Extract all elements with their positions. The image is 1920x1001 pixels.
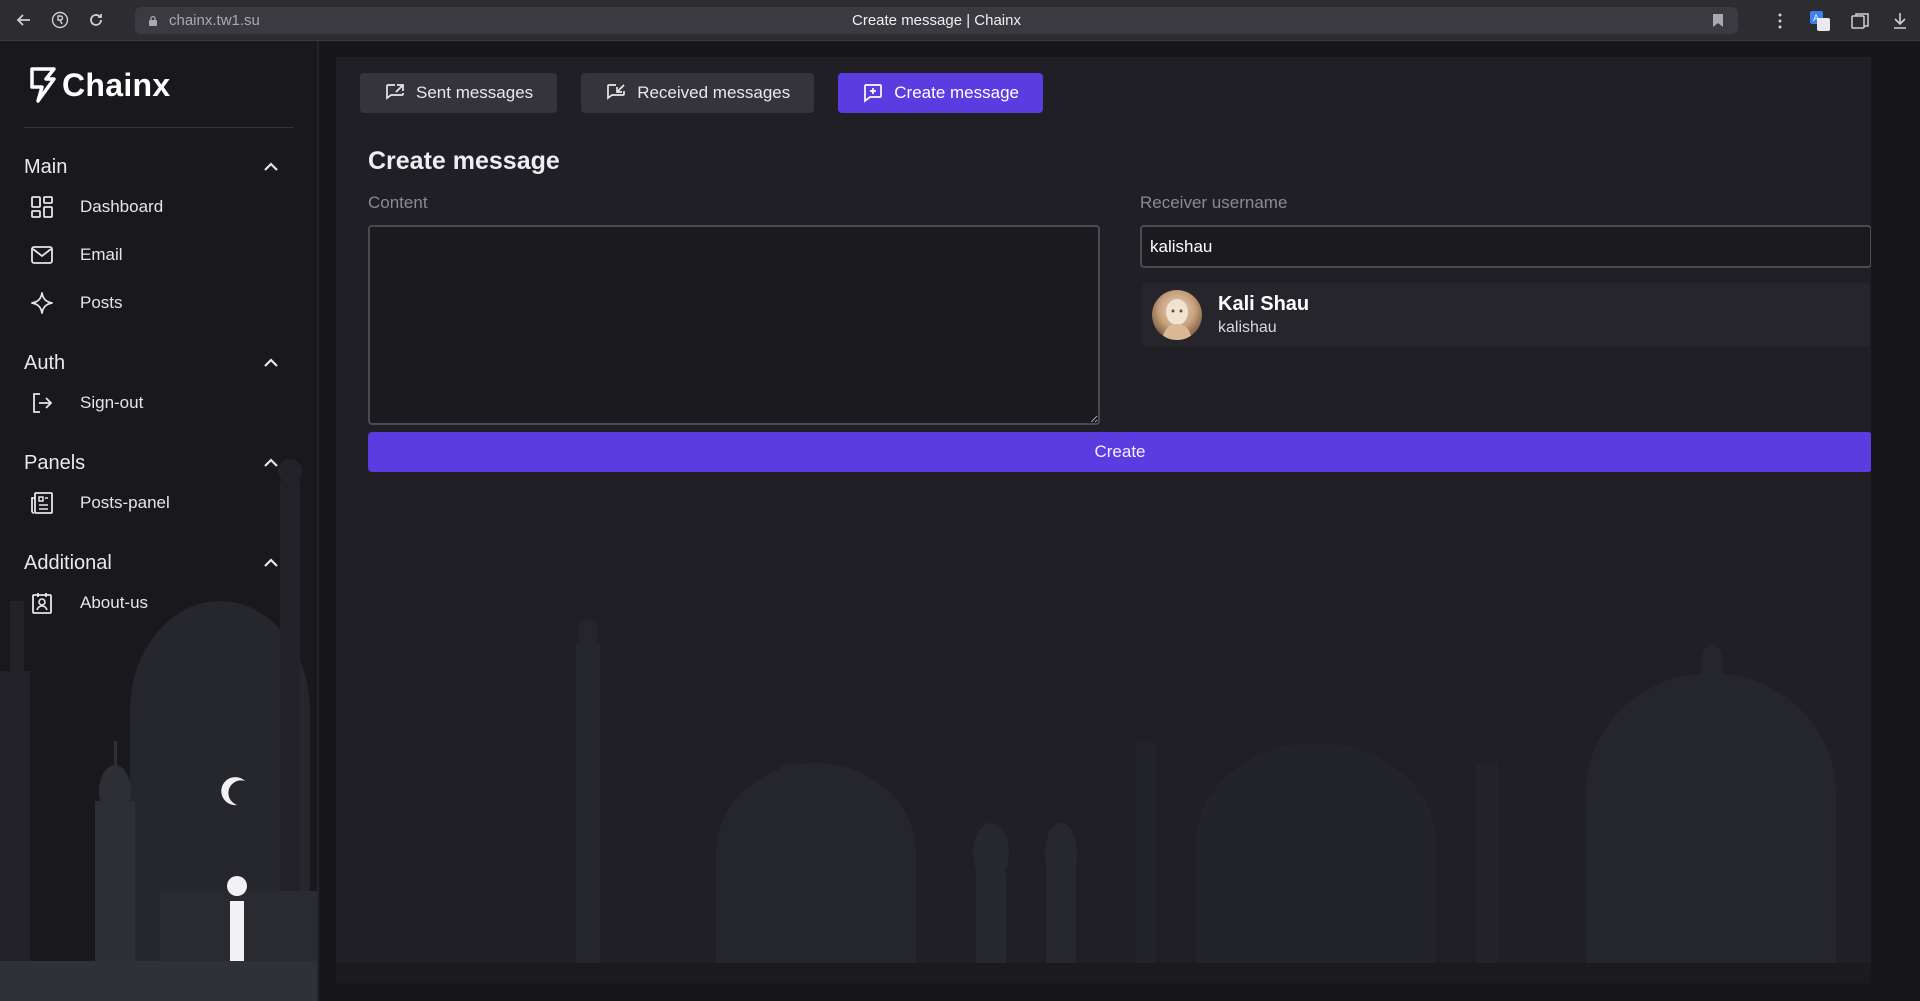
more-icon[interactable]: [1760, 0, 1800, 41]
suggestion-username: kalishau: [1218, 319, 1277, 336]
chevron-up-icon[interactable]: [262, 454, 280, 472]
create-button[interactable]: Create: [368, 432, 1871, 472]
tab-label: Sent messages: [416, 83, 534, 102]
message-plus-icon: [864, 84, 883, 103]
suggestion-text: Kali Shau kalishau: [1218, 293, 1309, 337]
page-tab-title: Create message | Chainx: [852, 12, 1021, 29]
dashboard-icon: [31, 196, 53, 218]
tab-received-messages[interactable]: Received messages: [581, 73, 815, 113]
sidebar-item-posts-panel[interactable]: Posts-panel: [24, 479, 280, 527]
app-name: Chainx: [62, 66, 171, 103]
receiver-username-label: Receiver username: [1140, 193, 1288, 212]
sidebar-section-auth: Auth Sign-out: [24, 347, 280, 427]
receiver-username-input[interactable]: [1140, 225, 1871, 268]
section-header-main[interactable]: Main: [24, 151, 280, 183]
chevron-up-icon[interactable]: [262, 158, 280, 176]
sidebar-item-sign-out[interactable]: Sign-out: [24, 379, 280, 427]
section-title: Additional: [24, 551, 112, 574]
sidebar-item-label: Sign-out: [80, 393, 144, 412]
page-title: Create message: [368, 147, 560, 175]
lock-icon: [149, 15, 157, 26]
section-title: Panels: [24, 451, 86, 474]
app-logo[interactable]: Chainx: [28, 65, 171, 105]
sidebar: Chainx Main Dashboard Email Posts Auth S…: [0, 41, 319, 1001]
browser-toolbar: chainx.tw1.su Create message | Chainx A: [0, 0, 1920, 41]
sparkle-icon: [31, 292, 53, 314]
tab-label: Received messages: [637, 83, 791, 102]
sidebar-item-dashboard[interactable]: Dashboard: [24, 183, 280, 231]
section-title: Auth: [24, 351, 66, 374]
user-suggestion[interactable]: Kali Shau kalishau: [1142, 283, 1870, 347]
sidebar-section-main: Main Dashboard Email Posts: [24, 151, 280, 327]
tab-sent-messages[interactable]: Sent messages: [360, 73, 558, 113]
sidebar-section-additional: Additional About-us: [24, 547, 280, 627]
sidebar-item-label: Email: [80, 245, 123, 264]
content-panel: Sent messages Received messages Create m…: [336, 57, 1871, 983]
bookmark-icon[interactable]: [1712, 13, 1724, 28]
content-label: Content: [368, 193, 428, 212]
chevron-up-icon[interactable]: [262, 554, 280, 572]
sidebar-item-posts[interactable]: Posts: [24, 279, 280, 327]
sidebar-item-label: About-us: [80, 593, 149, 612]
sidebar-item-label: Posts-panel: [80, 493, 170, 512]
sidebar-item-label: Posts: [80, 293, 123, 312]
avatar: [1152, 290, 1202, 340]
tab-create-message[interactable]: Create message: [838, 73, 1043, 113]
section-header-auth[interactable]: Auth: [24, 347, 280, 379]
translate-icon[interactable]: A: [1800, 0, 1840, 41]
message-out-icon: [386, 84, 404, 100]
section-header-additional[interactable]: Additional: [24, 547, 280, 579]
contact-card-icon: [32, 593, 52, 614]
address-url: chainx.tw1.su: [169, 12, 260, 29]
section-header-panels[interactable]: Panels: [24, 447, 280, 479]
sidebar-item-about-us[interactable]: About-us: [24, 579, 280, 627]
tab-label: Create message: [894, 83, 1019, 102]
address-bar[interactable]: chainx.tw1.su Create message | Chainx: [135, 7, 1738, 34]
mosque-silhouette-decoration: [336, 619, 1871, 983]
sidebar-section-panels: Panels Posts-panel: [24, 447, 280, 527]
sidebar-divider: [24, 127, 294, 128]
download-icon[interactable]: [1880, 0, 1920, 41]
newspaper-icon: [31, 492, 53, 514]
sidebar-item-email[interactable]: Email: [24, 231, 280, 279]
section-title: Main: [24, 155, 68, 178]
browser-actions: A: [1760, 0, 1920, 41]
reload-icon[interactable]: [84, 8, 108, 32]
mail-icon: [31, 246, 53, 264]
yandex-icon[interactable]: [48, 8, 72, 32]
content-textarea[interactable]: [368, 225, 1100, 425]
chevron-up-icon[interactable]: [262, 354, 280, 372]
message-tabs: Sent messages Received messages Create m…: [360, 73, 1067, 113]
collections-icon[interactable]: [1840, 0, 1880, 41]
svg-text:A: A: [1813, 14, 1820, 24]
suggestion-name: Kali Shau: [1218, 293, 1310, 315]
back-icon[interactable]: [12, 8, 36, 32]
chainx-logo-icon: [30, 67, 56, 103]
sign-out-icon: [33, 393, 53, 413]
message-in-icon: [607, 84, 626, 100]
sidebar-item-label: Dashboard: [80, 197, 164, 216]
